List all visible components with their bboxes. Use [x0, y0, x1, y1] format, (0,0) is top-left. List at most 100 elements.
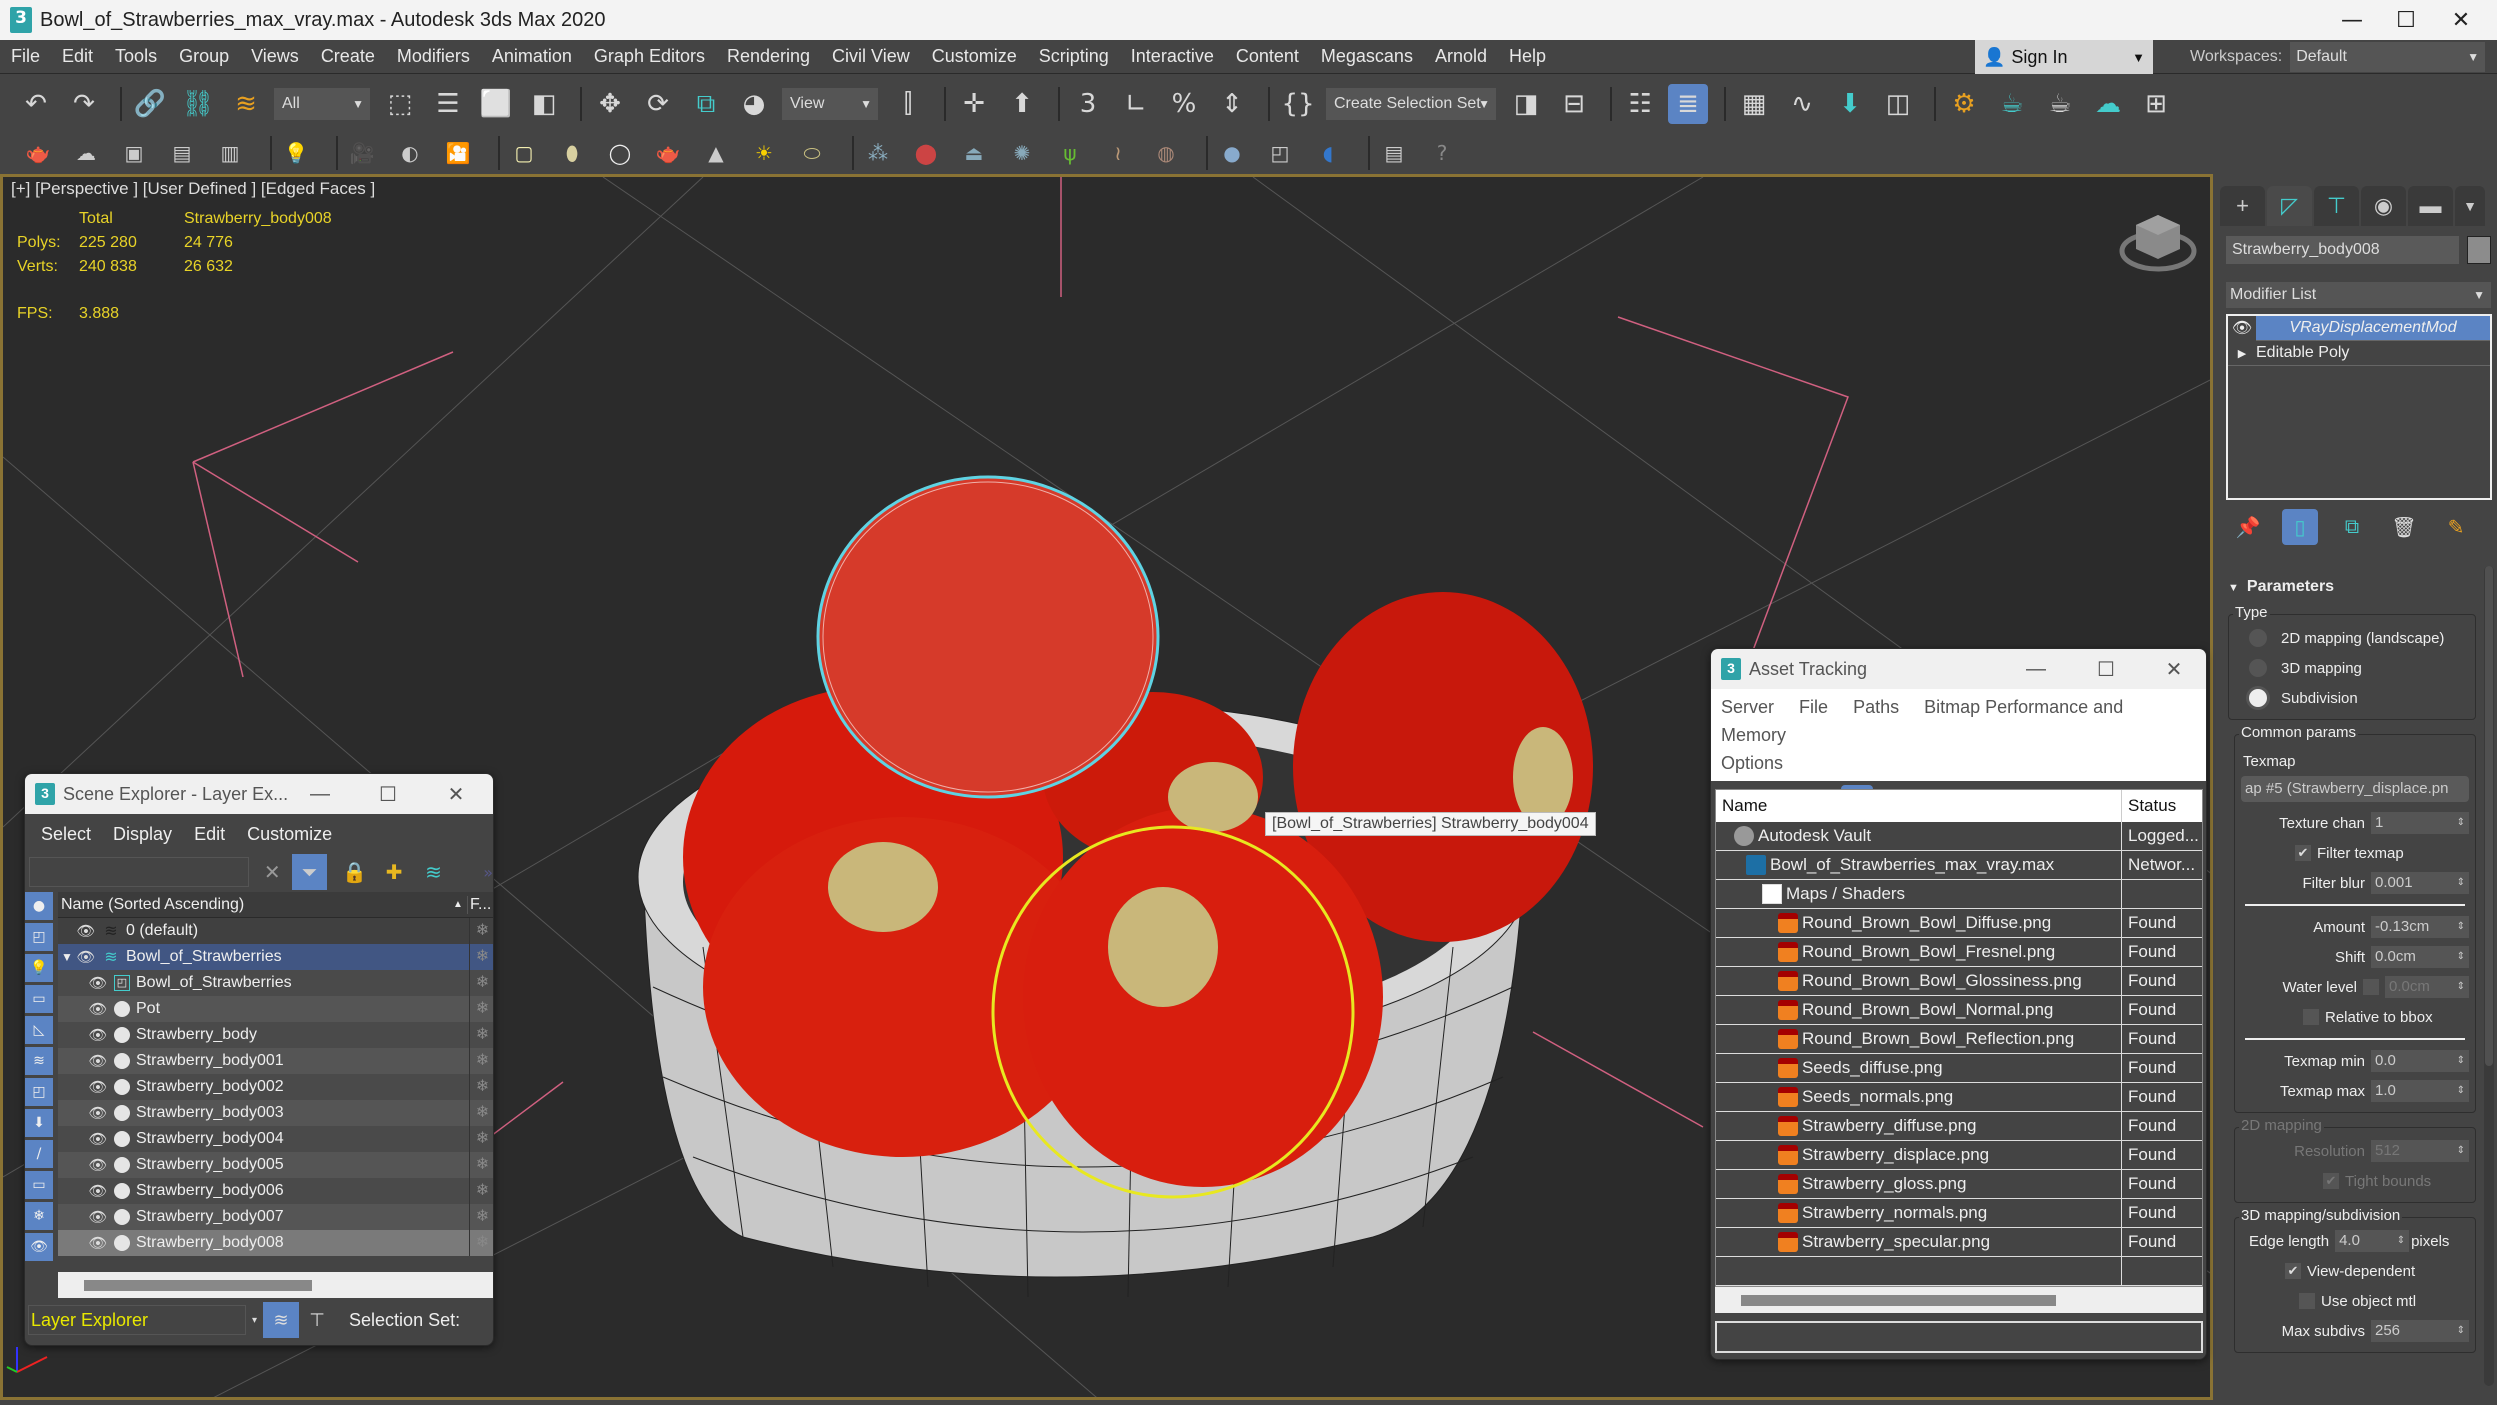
render-frame-icon[interactable]: ▣	[118, 137, 150, 169]
create-layer-icon[interactable]: ✚	[379, 856, 410, 888]
material-sphere-icon[interactable]: ●	[1216, 137, 1248, 169]
freeze-icon[interactable]: ❄	[469, 1022, 493, 1048]
layer-mode-icon[interactable]: ≋	[263, 1302, 300, 1338]
pin-stack-icon[interactable]: 📌	[2230, 509, 2266, 545]
texmap-max-spinner[interactable]: 1.0 ⇕	[2371, 1080, 2469, 1102]
modify-tab-icon[interactable]: ◸	[2267, 186, 2312, 226]
radio-2d-mapping[interactable]: 2D mapping (landscape)	[2233, 623, 2471, 653]
utilities-dropdown-icon[interactable]: ▼	[2455, 186, 2485, 226]
material-editor-icon[interactable]: ◫	[1878, 84, 1918, 124]
column-frozen-header[interactable]: F...	[467, 895, 493, 914]
menu-scripting[interactable]: Scripting	[1028, 46, 1120, 67]
radio-3d-mapping[interactable]: 3D mapping	[2233, 653, 2471, 683]
asset-row[interactable]: Maps / Shaders	[1716, 879, 2202, 909]
vfb-icon[interactable]: ▤	[1378, 137, 1410, 169]
render-setup-icon[interactable]: ⚙	[1944, 84, 1984, 124]
spinner-arrows-icon[interactable]: ⇕	[2457, 872, 2465, 894]
unlink-icon[interactable]: ⛓	[178, 84, 218, 124]
angle-snap-icon[interactable]: ∟	[1116, 84, 1156, 124]
menu-interactive[interactable]: Interactive	[1120, 46, 1225, 67]
freeze-icon[interactable]: ❄	[469, 996, 493, 1022]
mirror-icon[interactable]: ◨	[1506, 84, 1546, 124]
curve-editor-icon[interactable]: ∿	[1782, 84, 1822, 124]
menu-civil-view[interactable]: Civil View	[821, 46, 921, 67]
menu-select[interactable]: Select	[41, 824, 91, 845]
search-input[interactable]	[29, 857, 249, 887]
water-level-checkbox[interactable]	[2363, 979, 2379, 995]
window-crossing-icon[interactable]: ◧	[524, 84, 564, 124]
object-row[interactable]: 👁 Strawberry_body002 ❄	[58, 1074, 493, 1100]
settings-list-icon[interactable]: ▤	[166, 137, 198, 169]
close-button[interactable]: ✕	[421, 774, 491, 814]
radio-button[interactable]	[2249, 659, 2267, 677]
eye-icon[interactable]: 👁	[88, 1208, 108, 1226]
scene-explorer-toggle-icon[interactable]: ☷	[1620, 84, 1660, 124]
align-icon[interactable]: ⊟	[1554, 84, 1594, 124]
object-row[interactable]: 👁 Strawberry_body001 ❄	[58, 1048, 493, 1074]
create-tab-icon[interactable]: +	[2220, 186, 2265, 226]
eye-icon[interactable]: 👁	[88, 1156, 108, 1174]
asset-row[interactable]: Round_Brown_Bowl_Glossiness.png Found	[1716, 966, 2202, 996]
menu-views[interactable]: Views	[240, 46, 310, 67]
filter-shapes-icon[interactable]: ◰	[25, 923, 53, 951]
scrollbar-thumb[interactable]	[1741, 1295, 2056, 1306]
dome-camera-icon[interactable]: ◐	[394, 137, 426, 169]
close-button[interactable]: ✕	[2139, 649, 2206, 689]
select-object-icon[interactable]: ⬚	[380, 84, 420, 124]
freeze-icon[interactable]: ❄	[469, 1152, 493, 1178]
menu-bitmap-performance[interactable]: Bitmap Performance and Memory	[1721, 697, 2123, 745]
menu-rendering[interactable]: Rendering	[716, 46, 821, 67]
menu-graph-editors[interactable]: Graph Editors	[583, 46, 716, 67]
object-row[interactable]: 👁 Pot ❄	[58, 996, 493, 1022]
freeze-icon[interactable]: ❄	[469, 1100, 493, 1126]
stack-item-editable-poly[interactable]: ▶ Editable Poly	[2228, 341, 2490, 366]
filter-blur-spinner[interactable]: 0.001 ⇕	[2371, 872, 2469, 894]
redo-icon[interactable]: ↷	[64, 84, 104, 124]
menu-create[interactable]: Create	[310, 46, 386, 67]
column-name-header[interactable]: Name (Sorted Ascending)	[58, 896, 453, 914]
max-subdivs-spinner[interactable]: 256 ⇕	[2371, 1320, 2469, 1342]
water-level-spinner[interactable]: 0.0cm ⇕	[2385, 976, 2469, 998]
filter-cameras-icon[interactable]: ▭	[25, 985, 53, 1013]
rendered-frame-window-icon[interactable]: ☕	[1992, 84, 2032, 124]
shift-spinner[interactable]: 0.0cm ⇕	[2371, 946, 2469, 968]
fur-icon[interactable]: ⁂	[862, 137, 894, 169]
clear-search-icon[interactable]: ✕	[257, 856, 288, 888]
clipper-icon[interactable]: ✺	[1006, 137, 1038, 169]
mesh-light-icon[interactable]: 🫖	[652, 137, 684, 169]
asset-row[interactable]: Strawberry_gloss.png Found	[1716, 1169, 2202, 1199]
material-browser-icon[interactable]: ◰	[1264, 137, 1296, 169]
freeze-icon[interactable]: ❄	[469, 1230, 493, 1256]
column-status-header[interactable]: Status	[2122, 796, 2176, 816]
resolution-spinner[interactable]: 512 ⇕	[2371, 1140, 2469, 1162]
keyboard-shortcut-override-icon[interactable]: ⬆	[1002, 84, 1042, 124]
render-production-icon[interactable]: ☕	[2040, 84, 2080, 124]
menu-tools[interactable]: Tools	[104, 46, 168, 67]
edge-length-spinner[interactable]: 4.0 ⇕	[2335, 1230, 2410, 1252]
plane-light-icon[interactable]: ▢	[508, 137, 540, 169]
spinner-arrows-icon[interactable]: ⇕	[2457, 1050, 2465, 1072]
move-icon[interactable]: ✥	[590, 84, 630, 124]
edit-named-selection-icon[interactable]: {}	[1278, 84, 1318, 124]
remove-modifier-icon[interactable]: 🗑	[2386, 509, 2422, 545]
spinner-snap-icon[interactable]: ⇕	[1212, 84, 1252, 124]
radio-button[interactable]	[2249, 689, 2267, 707]
asset-row[interactable]: Round_Brown_Bowl_Fresnel.png Found	[1716, 937, 2202, 967]
horizontal-scrollbar[interactable]	[58, 1272, 493, 1298]
filter-texmap-checkbox[interactable]: ✔ Filter texmap	[2239, 838, 2471, 868]
filter-hidden-icon[interactable]: 👁	[25, 1233, 53, 1261]
freeze-icon[interactable]: ❄	[469, 1178, 493, 1204]
radio-button[interactable]	[2249, 629, 2267, 647]
freeze-icon[interactable]: ❄	[469, 1074, 493, 1100]
ornatrix-icon[interactable]: ◍	[1150, 137, 1182, 169]
menu-modifiers[interactable]: Modifiers	[386, 46, 481, 67]
ambient-light-icon[interactable]: ⬭	[796, 137, 828, 169]
relative-to-bbox-checkbox[interactable]: Relative to bbox	[2239, 1002, 2471, 1032]
asset-row[interactable]: Round_Brown_Bowl_Reflection.png Found	[1716, 1024, 2202, 1054]
menu-arnold[interactable]: Arnold	[1424, 46, 1498, 67]
freeze-icon[interactable]: ❄	[469, 970, 493, 996]
freeze-icon[interactable]: ❄	[469, 1048, 493, 1074]
spinner-arrows-icon[interactable]: ⇕	[2457, 1080, 2465, 1102]
cloud-icon[interactable]: ☁	[70, 137, 102, 169]
spinner-arrows-icon[interactable]: ⇕	[2457, 1140, 2465, 1162]
